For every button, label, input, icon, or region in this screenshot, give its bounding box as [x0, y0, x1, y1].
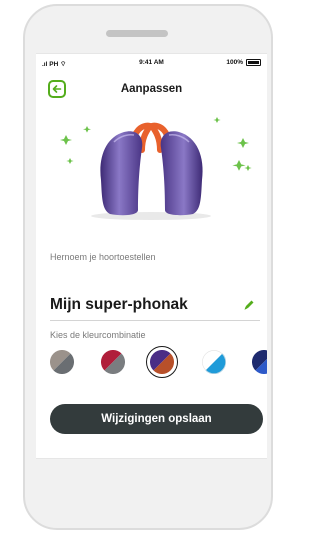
swatch-white-blue[interactable] — [202, 350, 226, 374]
pencil-icon[interactable] — [242, 298, 256, 312]
battery-percent: 100% — [226, 59, 243, 66]
rename-label: Hernoem je hoortoestellen — [50, 252, 156, 262]
battery-icon — [246, 59, 261, 66]
swatch-grey-brown[interactable] — [50, 350, 74, 374]
swatch-red-grey[interactable] — [101, 350, 125, 374]
swatch-navy-blue[interactable] — [252, 350, 267, 374]
battery-status: 100% — [226, 59, 261, 66]
device-name-value: Mijn super-phonak — [50, 296, 188, 313]
swatch-purple-orange[interactable] — [150, 350, 174, 374]
page-title: Aanpassen — [120, 83, 183, 95]
status-bar: .ıl PH ⌔ 9:41 AM 100% — [36, 58, 267, 70]
hearing-aids-image — [60, 117, 252, 220]
device-name-field[interactable]: Mijn super-phonak — [50, 294, 260, 321]
save-button[interactable]: Wijzigingen opslaan — [50, 404, 263, 434]
color-label: Kies de kleurcombinatie — [50, 330, 146, 340]
phone-speaker — [106, 30, 168, 37]
app-screen: .ıl PH ⌔ 9:41 AM 100% Aanpassen Hernoem … — [36, 53, 267, 459]
